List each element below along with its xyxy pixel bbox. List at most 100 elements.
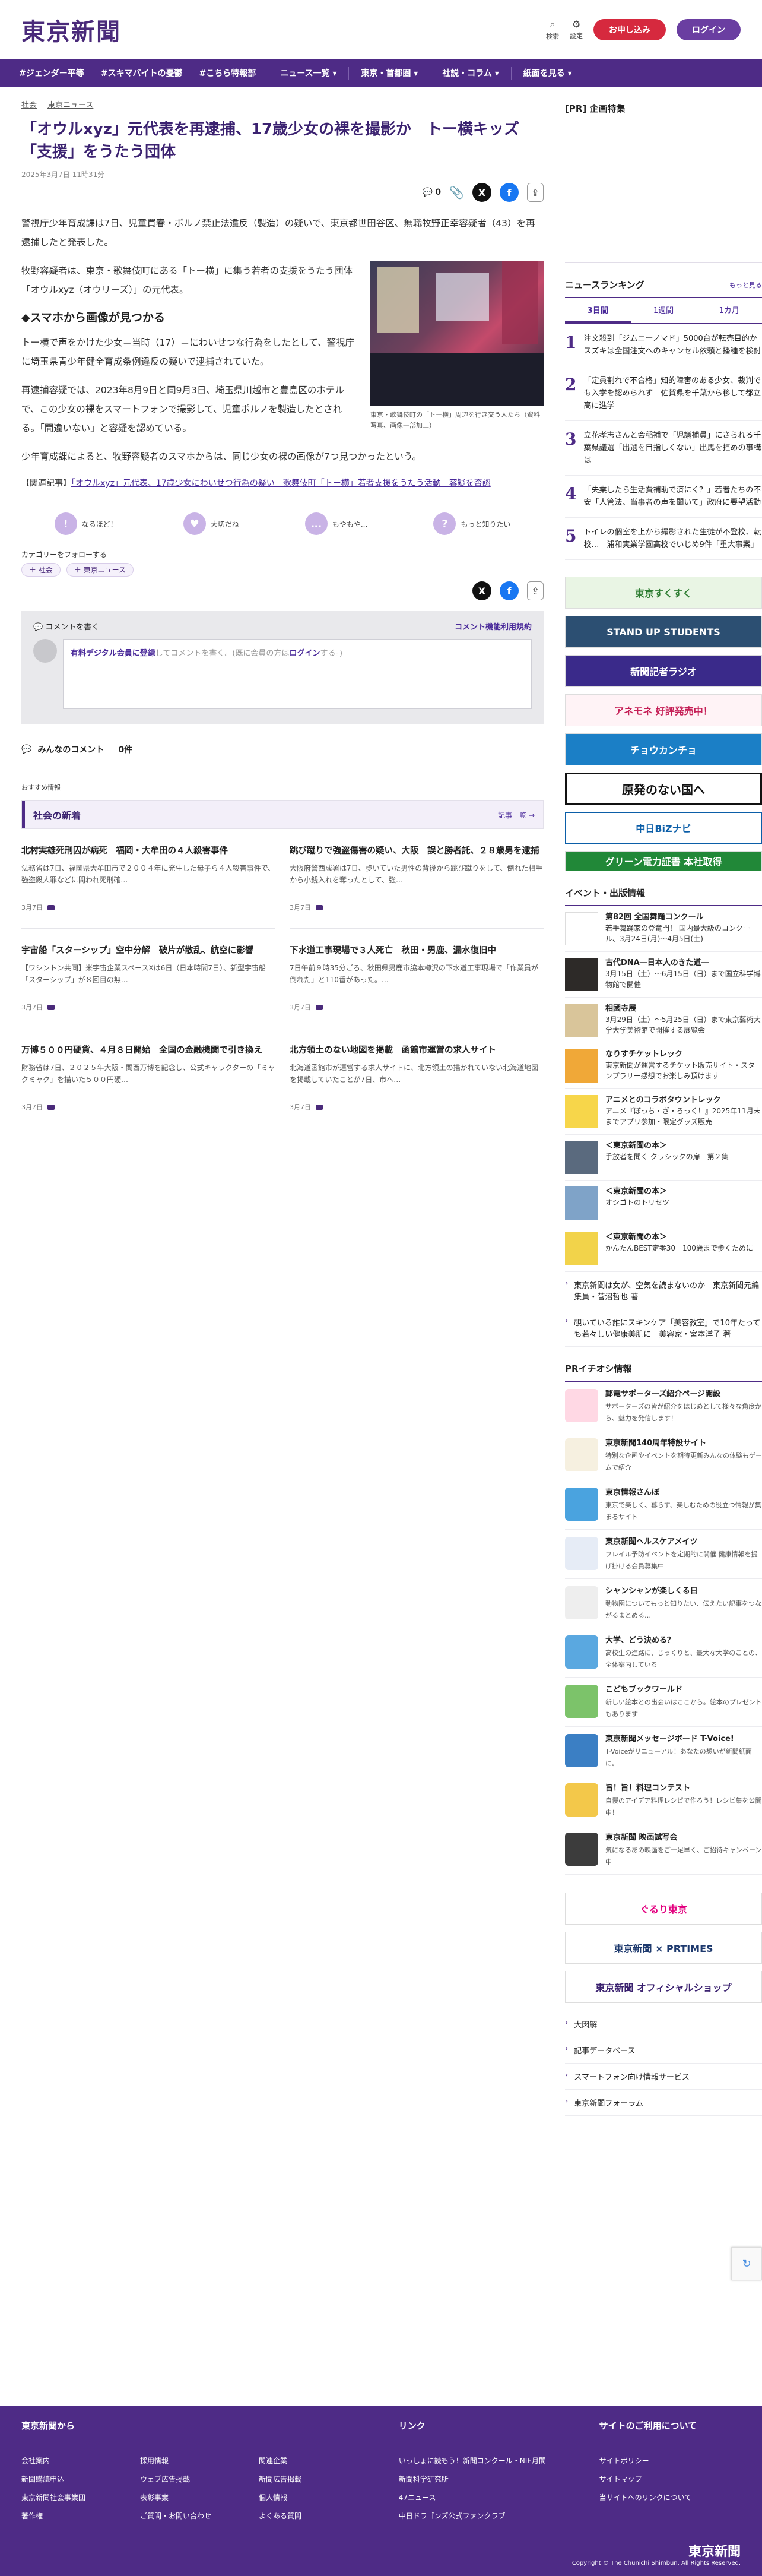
search-button[interactable]: ⌕ 検索 — [546, 18, 559, 41]
banner-reporter-radio[interactable]: 新聞記者ラジオ — [565, 655, 762, 687]
event-item[interactable]: ＜東京新聞の本＞ オシゴトのトリセツ — [565, 1181, 762, 1226]
tab-1month[interactable]: 1カ月 — [696, 298, 762, 323]
event-item[interactable]: ＜東京新聞の本＞ かんたんBEST定番30 100歳まで歩くために — [565, 1226, 762, 1272]
nav-item-paper[interactable]: 紙面を見る ▾ — [515, 67, 580, 79]
comment-login-link[interactable]: ログイン — [289, 649, 320, 658]
ranking-item[interactable]: 5 トイレの個室を上から撮影された生徒が不登校、転校… 浦和実業学園高校でいじめ9… — [565, 518, 762, 560]
pr-item[interactable]: 東京新聞メッセージボード T-Voice! T-Voiceがリニューアル！あなたの… — [565, 1727, 762, 1776]
follow-tag-society[interactable]: ＋ 社会 — [21, 563, 61, 577]
footer-link[interactable]: 47ニュース — [399, 2492, 599, 2502]
footer-link[interactable]: 関連企業 — [259, 2455, 377, 2466]
footer-logo[interactable]: 東京新聞 — [572, 2541, 741, 2560]
article-photo[interactable] — [370, 261, 544, 406]
facebook-share-icon[interactable]: f — [500, 581, 519, 600]
event-item[interactable]: 相國寺展 3月29日（土）～5月25日（日）まで東京藝術大学大学美術館で開催する展… — [565, 998, 762, 1043]
banner-sukusuku[interactable]: 東京すくすく — [565, 577, 762, 609]
footer-link[interactable]: 新聞科学研究所 — [399, 2474, 599, 2484]
event-item[interactable]: ＜東京新聞の本＞ 手放者を聞く クラシックの扉 第２集 — [565, 1135, 762, 1181]
ranking-item[interactable]: 4 「失業したら生活費補助で済にく？」若者たちの不安「人管法、当事者の声を聞いて」… — [565, 476, 762, 518]
nav-item-tokuhobu[interactable]: #こちら特報部 — [190, 67, 264, 79]
ranking-more-link[interactable]: もっと見る — [729, 280, 762, 290]
nav-item-editorial[interactable]: 社説・コラム ▾ — [434, 67, 507, 79]
footer-link[interactable]: 個人情報 — [259, 2492, 377, 2502]
news-item[interactable]: 北村実雄死刑囚が病死 福岡・大牟田の４人殺害事件 法務省は7日、福岡県大牟田市で… — [21, 829, 275, 929]
footer-link[interactable]: 新聞購読申込 — [21, 2474, 140, 2484]
breadcrumb-item-society[interactable]: 社会 — [21, 99, 37, 110]
reaction-moyamoya-button[interactable]: … もやもや... — [304, 512, 367, 535]
comment-count-button[interactable]: 💬 0 — [422, 188, 441, 197]
ranking-item[interactable]: 2 「定員割れで不合格」知的障害のある少女、裁判でも入学を認められず 佐賀県を千葉… — [565, 366, 762, 421]
footer-link[interactable]: よくある質問 — [259, 2511, 377, 2521]
book-link[interactable]: › 東京新聞は女が、空気を読まないのか 東京新聞元編集員・菅沼哲也 著 — [565, 1272, 762, 1309]
banner-gururi-tokyo[interactable]: ぐるり東京 — [565, 1893, 762, 1925]
settings-button[interactable]: ⚙ 設定 — [570, 18, 583, 40]
footer-link[interactable]: 会社案内 — [21, 2455, 140, 2466]
site-logo[interactable]: 東京新聞 — [21, 12, 121, 47]
related-article-link[interactable]: 「オウルxyz」元代表、17歳少女にわいせつ行為の疑い 歌舞伎町「トー横」若者支… — [71, 479, 491, 488]
footer-link[interactable]: サイトマップ — [599, 2474, 741, 2484]
reaction-taisetsu-button[interactable]: ♥ 大切だね — [183, 512, 239, 535]
event-item[interactable]: アニメとのコラボタウントレック アニメ『ぼっち・ざ・ろっく！』2025年11月未ま… — [565, 1089, 762, 1135]
register-member-link[interactable]: 有料デジタル会員に登録 — [71, 649, 155, 658]
facebook-share-icon[interactable]: f — [500, 183, 519, 202]
pr-item[interactable]: 郵電サポーターズ紹介ページ開設 サポーターズの皆が紹介をはじめとして様々な角度から… — [565, 1382, 762, 1431]
nav-item-sukima[interactable]: #スキマバイトの憂鬱 — [93, 67, 191, 79]
news-item[interactable]: 万博５００円硬貨、４月８日開始 全国の金融機関で引き換え 財務省は7日、２０２５… — [21, 1028, 275, 1128]
pr-item[interactable]: シャンシャンが楽しくる日 動物園についてもっと知りたい、伝えたい記事をつながるまと… — [565, 1579, 762, 1628]
breadcrumb-item-tokyo-news[interactable]: 東京ニュース — [47, 99, 93, 110]
pr-item[interactable]: 大学、どう決める？ 高校生の進路に、じっくりと、最大な大学のことの、全体案内してい… — [565, 1628, 762, 1678]
pr-item[interactable]: 東京情報さんぽ 東京で楽しく、暮らす、楽しむための役立つ情報が集まるサイト — [565, 1480, 762, 1530]
social-news-more-link[interactable]: 記事一覧 → — [498, 810, 535, 820]
banner-green-power[interactable]: グリーン電力証書 本社取得 — [565, 851, 762, 871]
pr-item[interactable]: 旨！旨！料理コンテスト 自慢のアイデア料理レシピで作ろう！レシピ集を公開中！ — [565, 1776, 762, 1825]
ranking-item[interactable]: 1 注文殺到「ジムニーノマド」5000台が転売目的か スズキは全国注文へのキャンセ… — [565, 324, 762, 366]
footer-link[interactable]: ご質問・お問い合わせ — [140, 2511, 259, 2521]
share-icon[interactable]: ⇪ — [527, 183, 544, 202]
sidebar-link[interactable]: › 大図解 — [565, 2011, 762, 2037]
news-item[interactable]: 北方領土のない地図を掲載 函館市運営の求人サイト 北海道函館市が運営する求人サイ… — [290, 1028, 544, 1128]
banner-no-nuclear[interactable]: 原発のない国へ — [565, 773, 762, 805]
share-icon[interactable]: ⇪ — [527, 581, 544, 600]
clip-icon[interactable]: 📎 — [449, 185, 464, 200]
news-item[interactable]: 下水道工事現場で３人死亡 秋田・男鹿、漏水復旧中 7日午前９時35分ごろ、秋田県… — [290, 929, 544, 1028]
news-item[interactable]: 跳び蹴りで強盗傷害の疑い、大阪 誤と勝者託、２８歳男を逮捕 大阪府警西成署は7日… — [290, 829, 544, 929]
reaction-naruhodo-button[interactable]: ! なるほど！ — [54, 512, 118, 535]
banner-stand-up-students[interactable]: STAND UP STUDENTS — [565, 616, 762, 648]
banner-official-shop[interactable]: 東京新聞 オフィシャルショップ — [565, 1971, 762, 2003]
sidebar-link[interactable]: › 東京新聞フォーラム — [565, 2090, 762, 2116]
footer-link[interactable]: 中日ドラゴンズ公式ファンクラブ — [399, 2511, 599, 2521]
nav-item-news-list[interactable]: ニュース一覧 ▾ — [272, 67, 345, 79]
pr-item[interactable]: 東京新聞140周年特設サイト 特別な企画やイベントを期待更新みんなの体験もゲームで… — [565, 1431, 762, 1480]
sidebar-link[interactable]: › 記事データベース — [565, 2037, 762, 2064]
subscribe-button[interactable]: お申し込み — [593, 18, 666, 40]
recaptcha-badge[interactable]: ↻ — [731, 2247, 762, 2280]
x-share-icon[interactable]: X — [472, 183, 491, 202]
footer-link[interactable]: 著作権 — [21, 2511, 140, 2521]
footer-link[interactable]: いっしょに読もう！新聞コンクール・NIE月間 — [399, 2455, 599, 2466]
banner-chokancho[interactable]: チョウカンチョ — [565, 733, 762, 765]
event-item[interactable]: 第82回 全国舞踊コンクール 若手舞踊家の登竜門！ 国内最大級のコンクール、3月2… — [565, 906, 762, 952]
tab-1week[interactable]: 1週間 — [631, 298, 697, 323]
footer-link[interactable]: 新聞広告掲載 — [259, 2474, 377, 2484]
x-share-icon[interactable]: X — [472, 581, 491, 600]
event-item[interactable]: 古代DNA―日本人のきた道― 3月15日（土）～6月15日（日）まで国立科学博物館… — [565, 952, 762, 998]
ranking-item[interactable]: 3 立花孝志さんと会稲補で「児議補員」にさられる千葉県議選「出選を目指しくない」出… — [565, 421, 762, 476]
pr-item[interactable]: こどもブックワールド 新しい絵本との出会いはここから。絵本のプレゼントもあります — [565, 1678, 762, 1727]
comment-rules-link[interactable]: コメント機能利用規約 — [455, 621, 532, 632]
footer-link[interactable]: ウェブ広告掲載 — [140, 2474, 259, 2484]
book-link[interactable]: › 覗いている誰にスキンケア「美容教室」で10年たっても若々しい健康美肌に 美容家… — [565, 1309, 762, 1347]
footer-link[interactable]: 東京新聞社会事業団 — [21, 2492, 140, 2502]
pr-item[interactable]: 東京新聞ヘルスケアメイツ フレイル予防イベントを定期的に開催 健康情報を提げ掛ける… — [565, 1530, 762, 1579]
banner-chunichi-biz[interactable]: 中日BiZナビ — [565, 812, 762, 844]
footer-link[interactable]: 当サイトへのリンクについて — [599, 2492, 741, 2502]
login-button[interactable]: ログイン — [677, 18, 741, 40]
reaction-motto-button[interactable]: ? もっと知りたい — [433, 512, 510, 535]
follow-tag-tokyo-news[interactable]: ＋ 東京ニュース — [66, 563, 134, 577]
footer-link[interactable]: サイトポリシー — [599, 2455, 741, 2466]
tab-3days[interactable]: 3日間 — [565, 298, 631, 323]
event-item[interactable]: なりすチケットレック 東京新聞が運営するチケット販売サイト・スタンプラリー感想でお… — [565, 1043, 762, 1089]
nav-item-tokyo[interactable]: 東京・首都圏 ▾ — [353, 67, 426, 79]
comment-textarea[interactable]: 有料デジタル会員に登録してコメントを書く。(既に会員の方はログインする。) — [63, 639, 532, 709]
footer-link[interactable]: 採用情報 — [140, 2455, 259, 2466]
footer-link[interactable]: 表彰事業 — [140, 2492, 259, 2502]
